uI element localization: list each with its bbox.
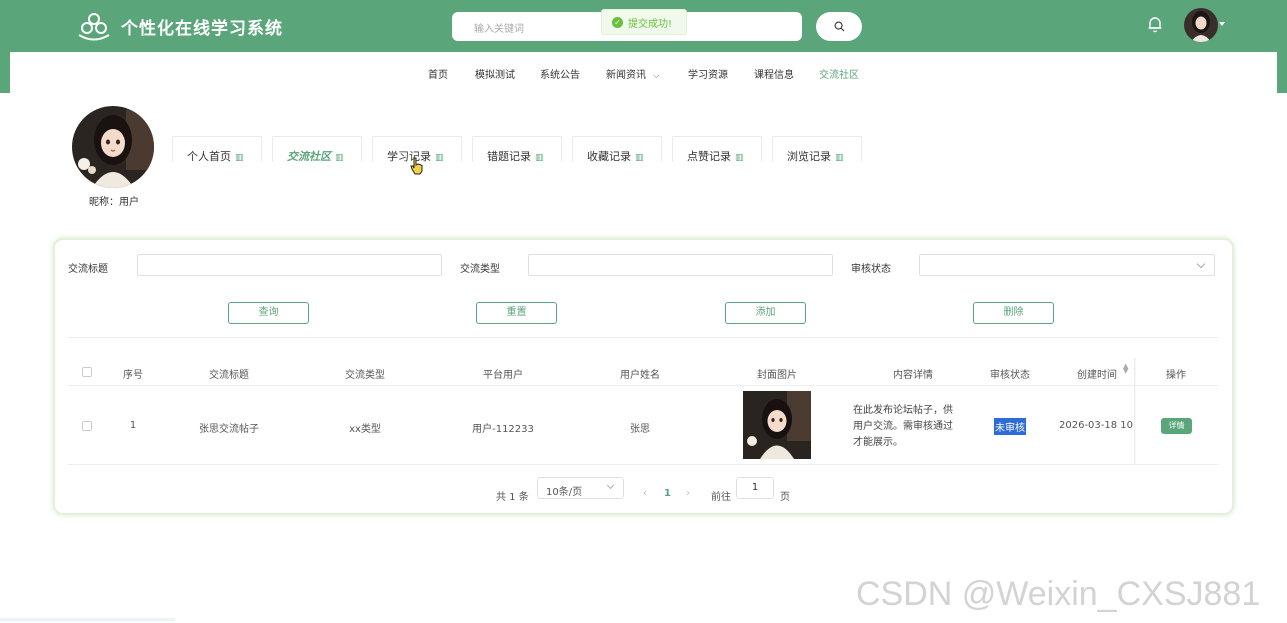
nav-news-label: 新闻资讯 bbox=[606, 70, 646, 81]
delete-button[interactable]: 删除 bbox=[973, 302, 1054, 324]
main-nav: 首页 模拟测试 系统公告 新闻资讯 ⌵ 学习资源 课程信息 交流社区 bbox=[10, 52, 1277, 93]
bell-icon[interactable] bbox=[1146, 15, 1164, 33]
tab-personal-home[interactable]: 个人首页 ▥ bbox=[172, 136, 262, 163]
nav-announcements[interactable]: 系统公告 bbox=[540, 66, 580, 81]
fixed-column-shadow bbox=[1134, 358, 1136, 464]
tab-label: 个人首页 bbox=[187, 150, 231, 163]
tab-label: 错题记录 bbox=[487, 150, 531, 163]
col-user-name: 用户姓名 bbox=[620, 370, 660, 381]
tab-wrong-questions[interactable]: 错题记录 ▥ bbox=[472, 136, 562, 163]
book-icon: ▥ bbox=[835, 153, 844, 163]
header-divider bbox=[68, 385, 1219, 386]
type-filter-label: 交流类型 bbox=[460, 264, 500, 275]
col-cover: 封面图片 bbox=[757, 370, 797, 381]
add-button[interactable]: 添加 bbox=[725, 302, 806, 324]
search-icon bbox=[834, 21, 844, 32]
user-avatar[interactable] bbox=[1184, 8, 1218, 42]
nav-resources[interactable]: 学习资源 bbox=[688, 66, 728, 81]
cell-type: xx类型 bbox=[349, 424, 381, 435]
cell-created: 2026-03-18 10:32 bbox=[1059, 420, 1137, 431]
tab-favorites[interactable]: 收藏记录 ▥ bbox=[572, 136, 662, 163]
cover-image bbox=[743, 391, 811, 459]
bottom-bar bbox=[0, 618, 175, 621]
detail-button[interactable]: 详情 bbox=[1161, 418, 1192, 434]
cell-index: 1 bbox=[129, 420, 137, 431]
book-icon: ▥ bbox=[735, 153, 744, 163]
nickname-label: 昵称：用户 bbox=[89, 197, 139, 208]
book-icon: ▥ bbox=[635, 153, 644, 163]
book-icon: ▥ bbox=[235, 153, 244, 163]
tab-label: 收藏记录 bbox=[587, 150, 631, 163]
page-size-value: 10条/页 bbox=[546, 487, 583, 498]
book-icon: ▥ bbox=[435, 153, 444, 163]
tab-likes[interactable]: 点赞记录 ▥ bbox=[672, 136, 762, 163]
tab-browse-history[interactable]: 浏览记录 ▥ bbox=[772, 136, 862, 163]
nav-courses[interactable]: 课程信息 bbox=[754, 66, 794, 81]
col-index: 序号 bbox=[123, 370, 143, 381]
tab-label: 学习记录 bbox=[387, 150, 431, 163]
sort-icon[interactable]: ▲ ▼ bbox=[1123, 363, 1128, 375]
title-filter-input[interactable] bbox=[137, 254, 442, 276]
check-icon: ✓ bbox=[612, 16, 623, 28]
tab-label: 点赞记录 bbox=[687, 150, 731, 163]
goto-page-input[interactable]: 1 bbox=[736, 477, 774, 499]
community-panel: 交流标题 交流类型 审核状态 查询 重置 添加 删除 序号 交流标题 交流类型 … bbox=[55, 240, 1232, 513]
next-page-icon[interactable]: › bbox=[686, 488, 690, 499]
col-title: 交流标题 bbox=[209, 370, 249, 381]
chevron-down-icon[interactable] bbox=[1219, 22, 1225, 26]
nav-news[interactable]: 新闻资讯 ⌵ bbox=[606, 66, 659, 81]
hand-cursor-icon bbox=[410, 157, 423, 175]
chevron-down-icon: ⌵ bbox=[653, 71, 660, 80]
cell-platform-user: 用户-112233 bbox=[472, 424, 534, 435]
prev-page-icon[interactable]: ‹ bbox=[643, 488, 647, 499]
tab-community[interactable]: 交流社区 ▥ bbox=[272, 136, 362, 163]
nav-bar-frame: 首页 模拟测试 系统公告 新闻资讯 ⌵ 学习资源 课程信息 交流社区 bbox=[0, 52, 1287, 93]
logo-icon bbox=[78, 13, 110, 41]
type-filter-input[interactable] bbox=[528, 254, 833, 276]
row-divider bbox=[68, 464, 1219, 465]
app-title: 个性化在线学习系统 bbox=[121, 19, 283, 39]
query-button[interactable]: 查询 bbox=[228, 302, 309, 324]
col-type: 交流类型 bbox=[345, 370, 385, 381]
chevron-down-icon bbox=[606, 481, 615, 490]
cell-content: 在此发布论坛帖子，供用户交流。需审核通过才能展示。 bbox=[853, 405, 953, 448]
status-filter-label: 审核状态 bbox=[851, 264, 891, 275]
title-filter-label: 交流标题 bbox=[68, 264, 108, 275]
nav-community[interactable]: 交流社区 bbox=[819, 66, 859, 81]
page-size-select[interactable]: 10条/页 bbox=[537, 477, 624, 499]
profile-avatar bbox=[72, 106, 154, 188]
search-button[interactable] bbox=[816, 12, 862, 41]
nav-mock-test[interactable]: 模拟测试 bbox=[475, 66, 515, 81]
cell-user-name: 张思 bbox=[630, 424, 650, 435]
book-icon: ▥ bbox=[335, 153, 344, 163]
success-toast: ✓ 提交成功! bbox=[601, 9, 687, 35]
goto-suffix: 页 bbox=[780, 492, 790, 503]
goto-label: 前往 bbox=[711, 492, 731, 503]
nav-home[interactable]: 首页 bbox=[428, 66, 448, 81]
col-created[interactable]: 创建时间 bbox=[1067, 366, 1127, 381]
cell-title: 张思交流帖子 bbox=[199, 424, 259, 435]
current-page[interactable]: 1 bbox=[664, 488, 671, 499]
status-badge: 未审核 bbox=[994, 418, 1026, 435]
tab-label: 交流社区 bbox=[287, 150, 331, 163]
top-header: 个性化在线学习系统 输入关键词 ✓ 提交成功! bbox=[0, 0, 1287, 52]
col-platform-user: 平台用户 bbox=[483, 370, 523, 381]
toast-message: 提交成功! bbox=[628, 18, 673, 30]
reset-button[interactable]: 重置 bbox=[476, 302, 557, 324]
col-content: 内容详情 bbox=[893, 370, 933, 381]
chevron-down-icon bbox=[1196, 259, 1206, 269]
col-status: 审核状态 bbox=[990, 370, 1030, 381]
divider bbox=[68, 337, 1219, 338]
row-checkbox[interactable] bbox=[82, 421, 92, 431]
select-all-checkbox[interactable] bbox=[82, 367, 92, 377]
book-icon: ▥ bbox=[535, 153, 544, 163]
watermark: CSDN @Weixin_CXSJ881 bbox=[856, 575, 1261, 613]
pagination-total: 共 1 条 bbox=[496, 492, 529, 503]
tab-label: 浏览记录 bbox=[787, 150, 831, 163]
col-actions: 操作 bbox=[1166, 370, 1186, 381]
status-filter-select[interactable] bbox=[919, 254, 1215, 276]
